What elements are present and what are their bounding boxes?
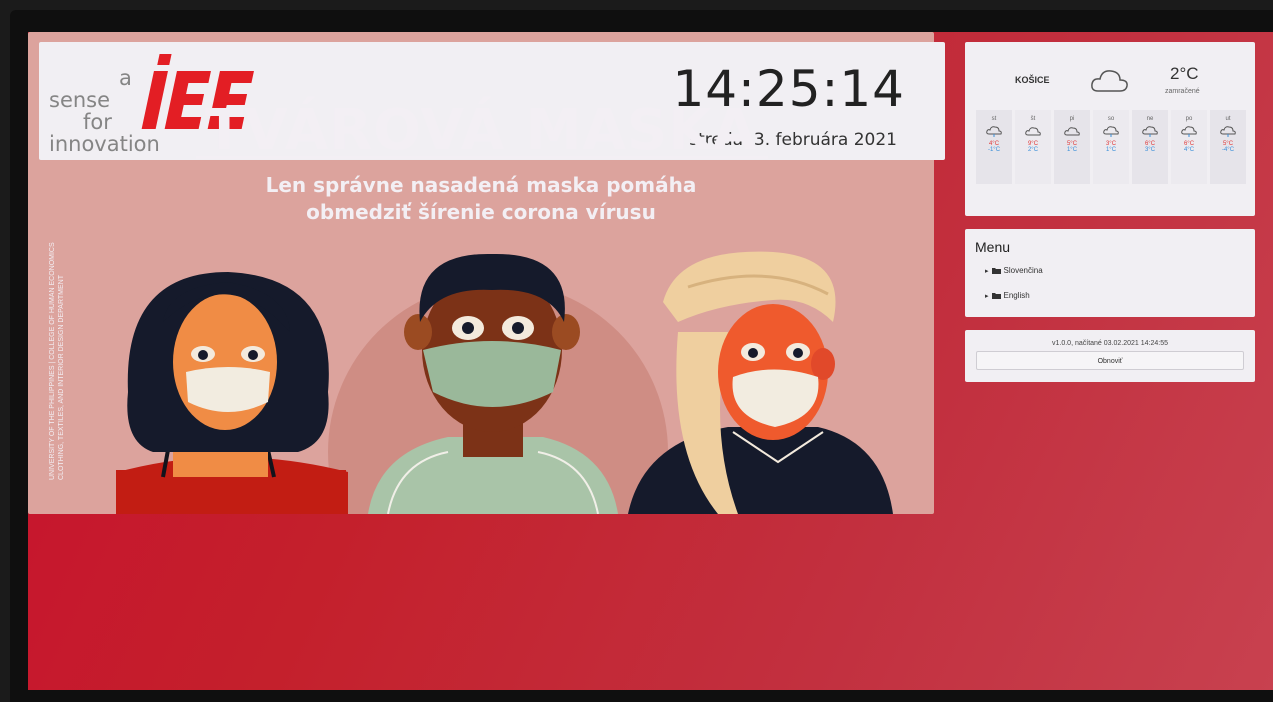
rain-cloud-icon: [1142, 126, 1158, 137]
person-woman-illustration: [116, 272, 348, 514]
cloud-icon: [1091, 70, 1128, 92]
forecast-low: 4°C: [1183, 147, 1195, 153]
forecast-day: ut 5°C -4°C: [1210, 110, 1246, 184]
folder-icon: [991, 293, 1001, 299]
forecast-day: ne 6°C 3°C: [1132, 110, 1168, 184]
forecast-day-name: št: [1030, 116, 1036, 122]
refresh-button[interactable]: Obnoviť: [976, 351, 1244, 370]
masked-people-illustration: [116, 251, 893, 514]
forecast-low: 1°C: [1066, 147, 1078, 153]
forecast-low: -1°C: [987, 147, 1001, 153]
version-panel: v1.0.0, načítané 03.02.2021 14:24:55 Obn…: [965, 330, 1255, 382]
forecast-low: 3°C: [1144, 147, 1156, 153]
weather-city: KOŠICE: [1015, 75, 1050, 85]
weather-current-temp: 2°C: [1170, 64, 1199, 83]
forecast-day: št 9°C 2°C: [1015, 110, 1051, 184]
forecast-day: pi 5°C 1°C: [1054, 110, 1090, 184]
forecast-day: so 3°C 1°C: [1093, 110, 1129, 184]
forecast-day-name: po: [1185, 116, 1193, 122]
forecast-row: st 4°C -1°C št 9°C 2°C pi 5°C 1°C so 3°C: [976, 110, 1246, 184]
weather-current-desc: zamračené: [1165, 88, 1200, 95]
rain-cloud-icon: [1181, 126, 1197, 137]
person-turban-illustration: [628, 251, 893, 514]
rain-cloud-icon: [986, 126, 1002, 137]
cloud-icon: [1064, 127, 1080, 136]
caret-right-icon: ▸: [985, 267, 989, 275]
caret-right-icon: ▸: [985, 292, 989, 300]
menu-item-english[interactable]: ▸ English: [985, 291, 1030, 300]
forecast-day-name: so: [1107, 116, 1115, 122]
weather-widget: KOŠICE 2°C zamračené st 4°C -1°C št 9°C …: [965, 42, 1255, 216]
menu-item-label: English: [1003, 291, 1030, 300]
forecast-low: 2°C: [1027, 147, 1039, 153]
forecast-day-name: pi: [1069, 116, 1075, 122]
rain-cloud-icon: [1220, 126, 1236, 137]
forecast-day-name: ut: [1225, 116, 1231, 122]
folder-icon: [991, 268, 1001, 274]
menu-title: Menu: [975, 239, 1011, 255]
menu-item-label: Slovenčina: [1003, 266, 1043, 275]
version-text: v1.0.0, načítané 03.02.2021 14:24:55: [1052, 340, 1168, 347]
poster-slide: TVÁROVÁ MASKA Len správne nasadená maska…: [28, 32, 934, 514]
menu-panel: Menu ▸ Slovenčina ▸ English: [965, 229, 1255, 317]
forecast-day: po 6°C 4°C: [1171, 110, 1207, 184]
forecast-day-name: st: [991, 116, 997, 122]
forecast-day-name: ne: [1146, 116, 1154, 122]
menu-item-slovencina[interactable]: ▸ Slovenčina: [985, 266, 1043, 275]
forecast-low: -4°C: [1221, 147, 1235, 153]
cloud-icon: [1025, 127, 1041, 136]
kiosk-screen: a sense for innovation 14:25:14 streda, …: [28, 32, 1273, 690]
forecast-low: 1°C: [1105, 147, 1117, 153]
rain-cloud-icon: [1103, 126, 1119, 137]
forecast-day: st 4°C -1°C: [976, 110, 1012, 184]
